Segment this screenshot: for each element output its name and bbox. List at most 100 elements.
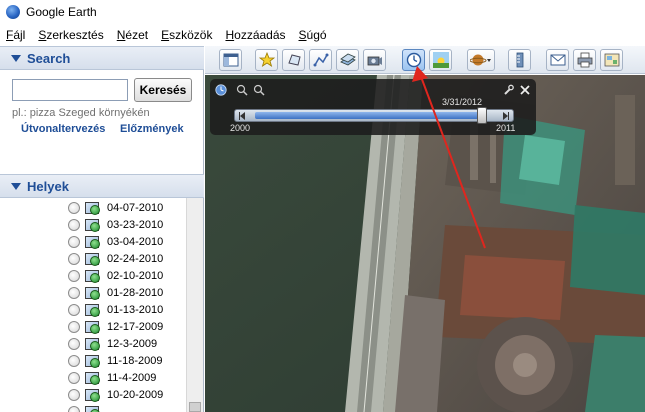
places-scrollbar[interactable] [186,198,203,412]
sidebar: Search Keresés pl.: pizza Szeged környék… [0,46,204,412]
list-item[interactable]: 03-23-2010 [68,216,163,233]
radio-button[interactable] [68,405,80,412]
list-item[interactable]: 12-17-2009 [68,318,163,335]
menu-view-label: ézet [125,28,149,42]
menu-tools[interactable]: Eszközök [161,28,212,42]
sunlight-button[interactable] [429,49,452,71]
list-item[interactable]: 01-28-2010 [68,284,163,301]
step-forward-icon[interactable] [501,111,509,121]
sidebar-icon [223,53,238,67]
time-slider-range [255,112,487,119]
email-button[interactable] [546,49,569,71]
list-item[interactable]: 10-20-2009 [68,386,163,403]
radio-button[interactable] [68,235,80,248]
list-item-label: 12-3-2009 [107,337,158,350]
time-slider-track[interactable] [234,107,514,124]
list-item-label: 11-18-2009 [107,354,163,367]
list-item[interactable]: 04-07-2010 [68,199,163,216]
image-overlay-icon [85,269,101,283]
search-panel-title: Search [27,50,71,66]
list-item-label: 03-23-2010 [107,218,164,231]
view-in-maps-button[interactable] [600,49,623,71]
slider-end-year: 2011 [496,123,516,133]
menu-add[interactable]: Hozzáadás [225,28,285,42]
polygon-icon [287,54,301,66]
add-image-overlay-button[interactable] [336,49,359,71]
directions-link[interactable]: Útvonaltervezés [21,123,105,135]
list-item-label: 01-28-2010 [107,286,164,299]
window-title: Google Earth [26,5,97,19]
list-item[interactable]: 02-10-2010 [68,267,163,284]
time-slider-thumb[interactable] [477,107,487,124]
image-overlay-icon [85,337,101,351]
radio-button[interactable] [68,218,80,231]
list-item[interactable]: 03-04-2010 [68,233,163,250]
radio-button[interactable] [68,371,80,384]
current-date-label: 3/31/2012 [442,97,483,107]
zoom-out-icon[interactable] [253,84,265,96]
radio-button[interactable] [68,286,80,299]
radio-button[interactable] [68,320,80,333]
print-button[interactable] [573,49,596,71]
radio-button[interactable] [68,303,80,316]
add-path-button[interactable] [309,49,332,71]
historical-imagery-button[interactable] [402,49,425,71]
image-overlay-icon [85,286,101,300]
sidebar-toggle-button[interactable] [219,49,242,71]
history-link[interactable]: Előzmények [120,123,184,135]
clock-icon [406,52,421,68]
collapse-triangle-icon [11,182,21,190]
ruler-icon [516,52,523,68]
radio-button[interactable] [68,388,80,401]
zoom-in-icon[interactable] [236,84,248,96]
email-icon [550,54,565,66]
search-button[interactable]: Keresés [134,78,192,102]
image-overlay-icon [85,388,101,402]
radio-button[interactable] [68,354,80,367]
switch-planet-button[interactable] [467,49,495,71]
radio-button[interactable] [68,201,80,214]
title-bar: Google Earth [0,0,645,24]
menu-help-accel: S [298,28,307,42]
radio-button[interactable] [68,269,80,282]
list-item-label: 04-07-2010 [107,201,164,214]
list-item[interactable] [68,403,107,412]
menu-add-accel: H [225,28,235,42]
radio-button[interactable] [68,252,80,265]
list-item[interactable]: 11-18-2009 [68,352,162,369]
menu-edit[interactable]: Szerkesztés [38,28,103,42]
menu-tools-label: szközök [169,28,213,42]
step-back-icon[interactable] [239,111,247,121]
menu-view[interactable]: Nézet [117,28,148,42]
collapse-triangle-icon [11,54,21,62]
image-overlay-icon [339,53,356,66]
search-hint: pl.: pizza Szeged környékén [12,107,150,119]
image-overlay-icon [85,303,101,317]
wrench-icon[interactable] [502,84,514,96]
ruler-button[interactable] [508,49,531,71]
add-polygon-button[interactable] [282,49,305,71]
search-panel-header[interactable]: Search [0,46,204,70]
menu-help[interactable]: Súgó [299,28,327,42]
close-icon[interactable] [519,84,531,96]
image-overlay-icon [85,235,101,249]
image-overlay-icon [85,371,101,385]
radio-button[interactable] [68,337,80,350]
menu-file-label: ájl [13,28,26,42]
map-icon [604,53,619,67]
list-item[interactable]: 11-4-2009 [68,369,156,386]
camera-icon [367,56,382,66]
record-tour-button[interactable] [363,49,386,71]
list-item[interactable]: 02-24-2010 [68,250,163,267]
list-item[interactable]: 01-13-2010 [68,301,163,318]
image-overlay-icon [85,405,101,412]
printer-icon [577,52,592,68]
list-item[interactable]: 12-3-2009 [68,335,157,352]
add-placemark-button[interactable] [255,49,278,71]
image-overlay-icon [85,201,101,215]
menu-file[interactable]: Fájl [6,28,25,42]
menu-add-label: ozzáadás [234,28,286,42]
search-input[interactable] [12,79,128,101]
places-panel-header[interactable]: Helyek [0,174,204,198]
scrollbar-thumb[interactable] [189,402,201,412]
